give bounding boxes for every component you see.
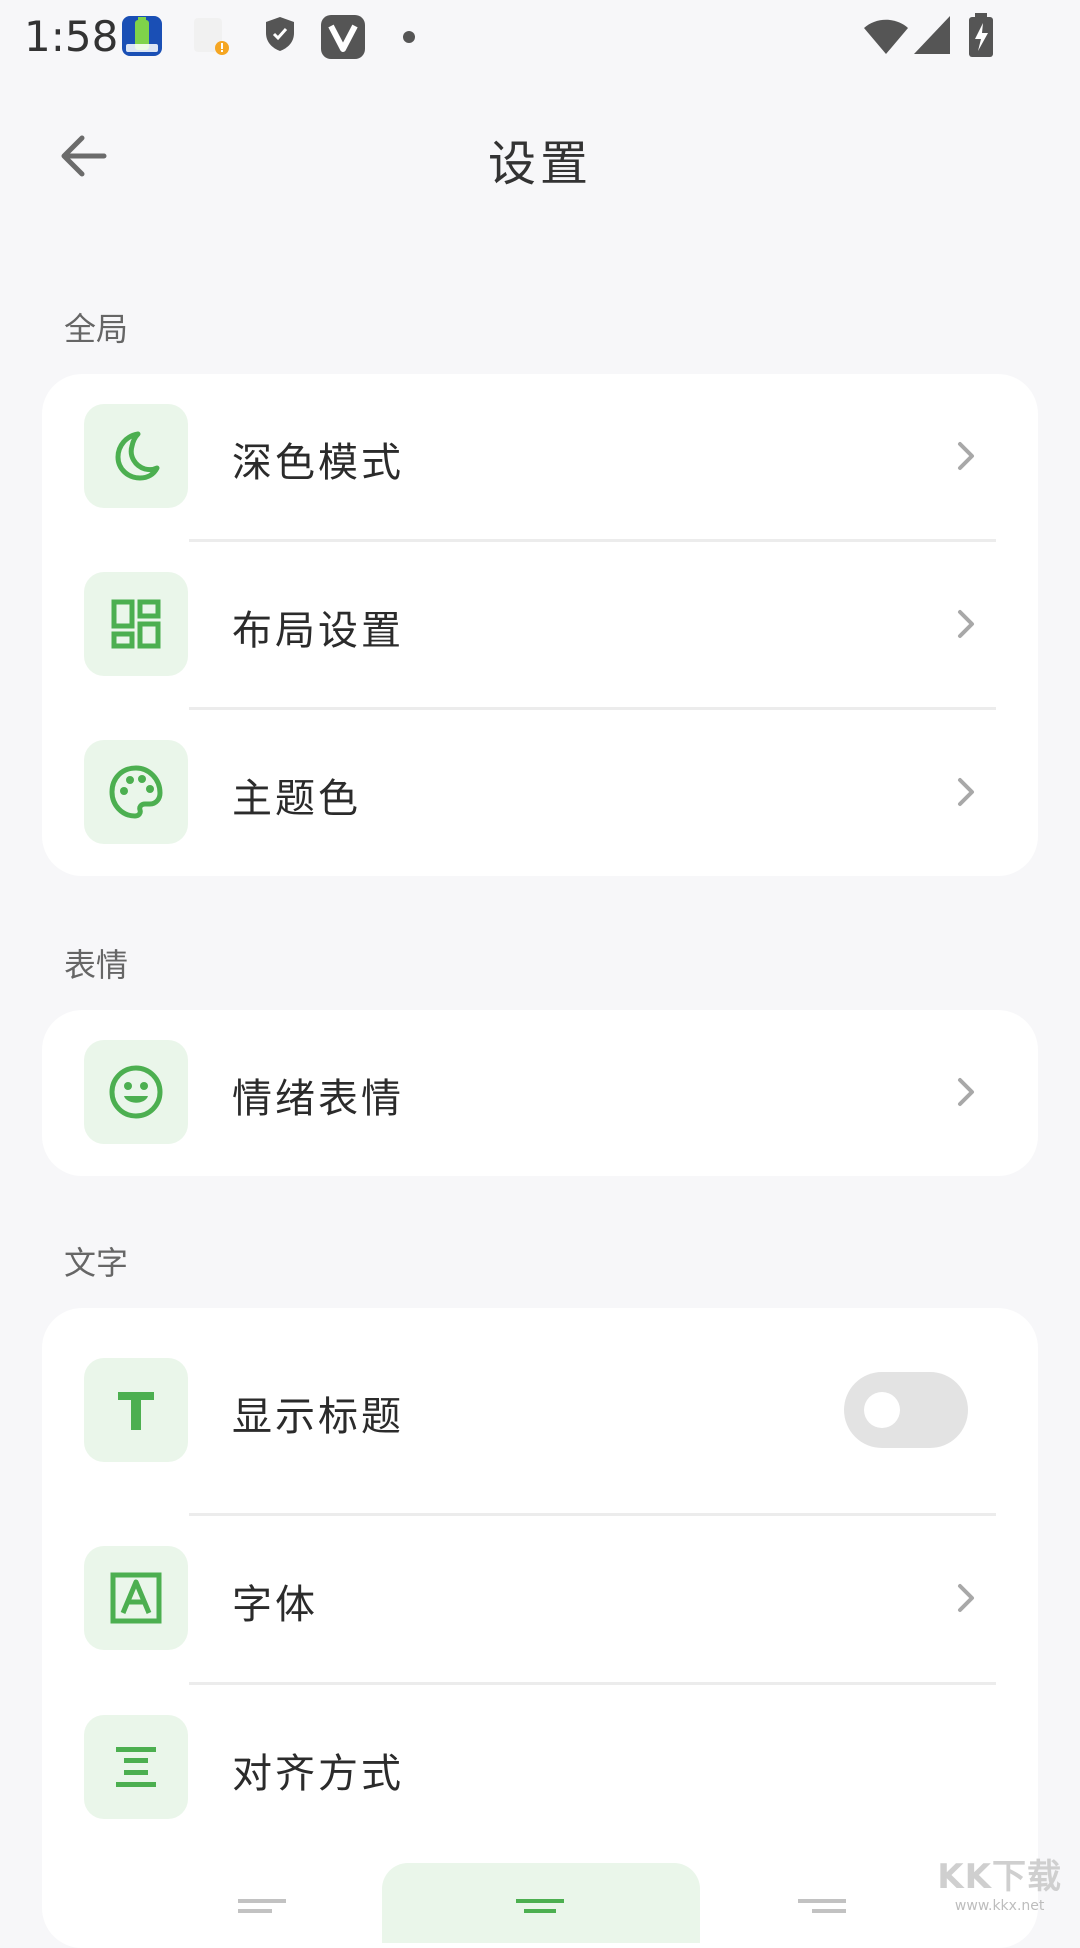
chevron-right-icon [958,1078,974,1106]
align-center-icon [116,1747,156,1787]
icon-tile [84,1358,188,1462]
battery-app-icon [120,14,164,62]
watermark-main: KK下载 [937,1857,1062,1897]
font-a-icon [110,1572,162,1624]
smiley-icon [109,1065,163,1119]
row-mood-emoji[interactable]: 情绪表情 [42,1010,1038,1176]
chevron-right-icon [958,778,974,806]
text-t-icon [118,1392,154,1430]
icon-tile [84,1040,188,1144]
row-label: 情绪表情 [232,1076,404,1122]
row-label: 深色模式 [232,440,404,486]
row-label: 对齐方式 [232,1751,404,1797]
page-title: 设置 [487,136,592,192]
icon-tile [84,740,188,844]
section-header-emoji: 表情 [64,946,129,984]
dot-icon [402,29,416,48]
row-font[interactable]: 字体 [42,1516,1038,1682]
battery-charging-icon [966,12,996,62]
icon-tile [84,1546,188,1650]
align-left-icon [238,1899,286,1913]
chevron-right-icon [958,442,974,470]
watermark-sub: www.kkx.net [954,1898,1045,1914]
sim-card-alert-icon [190,14,234,62]
row-label: 显示标题 [232,1394,404,1440]
moon-icon [115,431,160,481]
v-app-icon [320,14,366,64]
card-text: 显示标题 字体 对齐方式 [42,1308,1038,1948]
align-right-option[interactable] [722,1863,922,1943]
palette-icon [109,765,163,819]
wifi-icon [862,16,910,60]
align-left-option[interactable] [162,1863,362,1943]
section-header-global: 全局 [64,310,129,348]
show-title-toggle[interactable] [844,1372,968,1448]
align-center-icon [516,1899,564,1913]
chevron-right-icon [958,1584,974,1612]
row-theme-color[interactable]: 主题色 [42,710,1038,876]
card-global: 深色模式 布局设置 主题色 [42,374,1038,876]
row-layout-settings[interactable]: 布局设置 [42,542,1038,708]
status-bar: 1:58 [0,0,1080,72]
align-right-icon [798,1899,846,1913]
app-bar: 设置 [0,100,1080,212]
chevron-right-icon [958,610,974,638]
card-emoji: 情绪表情 [42,1010,1038,1176]
row-label: 字体 [232,1582,318,1628]
row-alignment: 对齐方式 [42,1685,1038,1851]
icon-tile [84,572,188,676]
align-center-option[interactable] [382,1863,700,1943]
icon-tile [84,1715,188,1819]
dashboard-layout-icon [111,599,161,649]
alignment-options [42,1863,1038,1943]
section-header-text: 文字 [64,1244,129,1282]
row-label: 布局设置 [232,608,404,654]
status-time: 1:58 [24,12,119,61]
watermark: KK下载 www.kkx.net [937,1849,1062,1914]
icon-tile [84,404,188,508]
row-show-title[interactable]: 显示标题 [42,1308,1038,1512]
row-dark-mode[interactable]: 深色模式 [42,374,1038,540]
shield-icon [262,14,298,58]
cell-signal-icon [912,14,952,60]
row-label: 主题色 [232,776,361,822]
toggle-knob [864,1392,900,1428]
